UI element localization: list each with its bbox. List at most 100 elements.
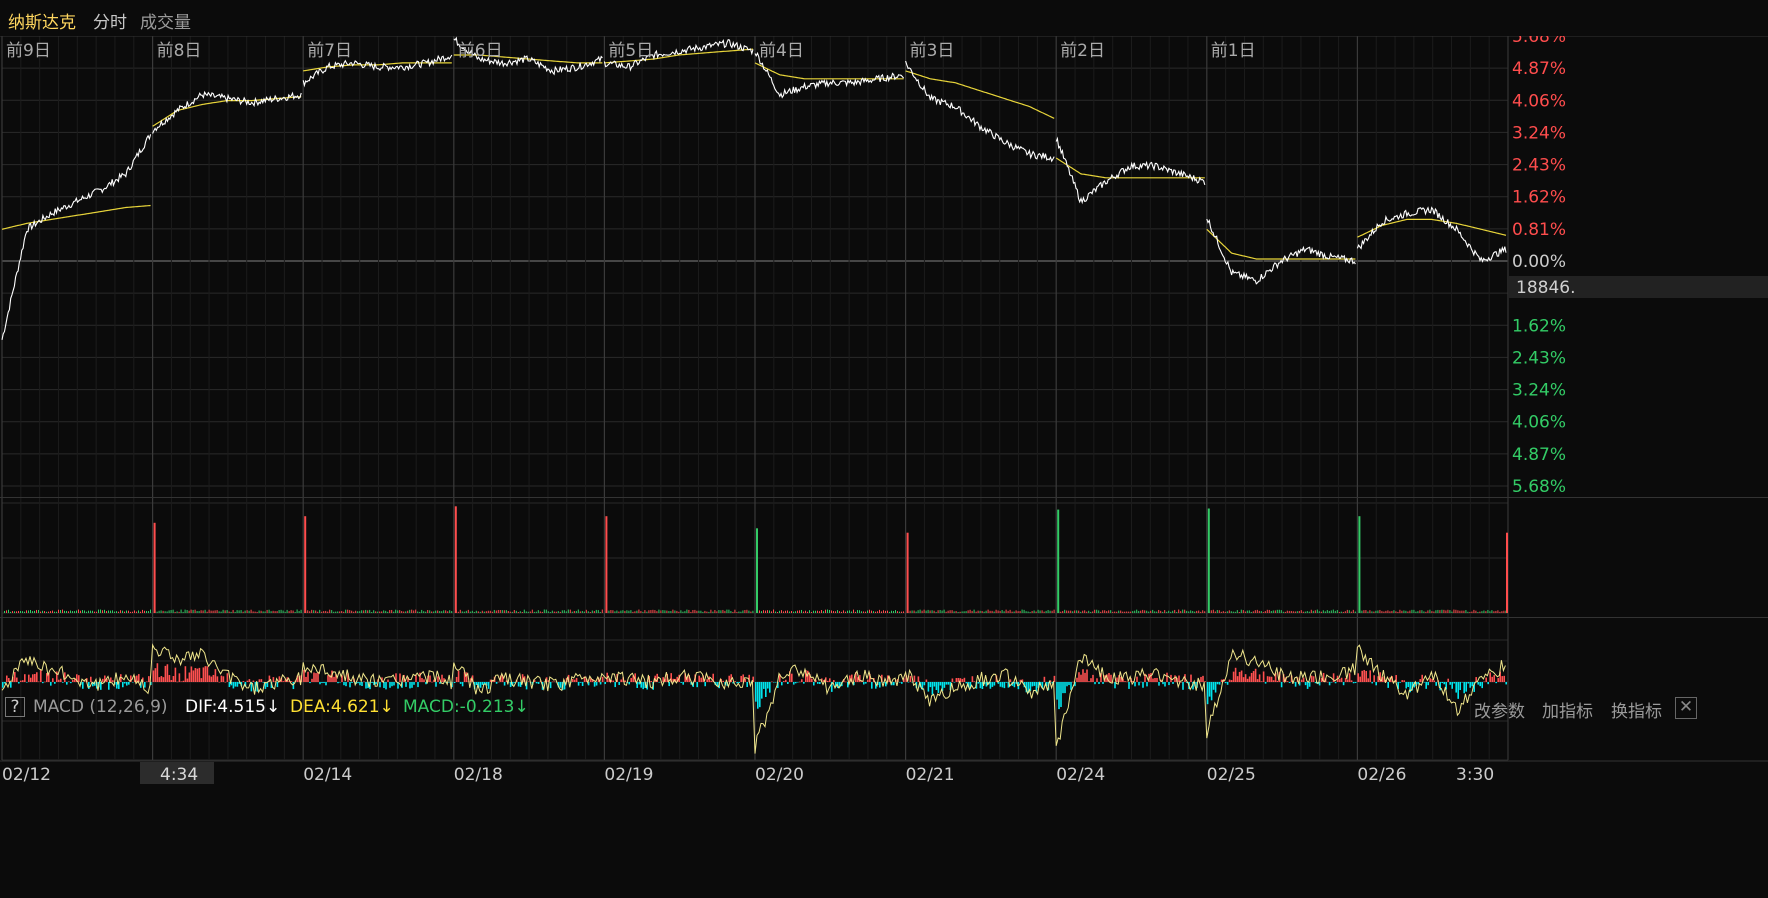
volume-bar: [531, 609, 533, 613]
volume-bar: [680, 610, 682, 613]
volume-bar: [686, 609, 688, 613]
volume-bar: [1051, 610, 1053, 613]
volume-bar: [1413, 609, 1415, 613]
switch-indicator-button[interactable]: 换指标: [1611, 697, 1662, 722]
volume-bar: [1138, 610, 1140, 613]
macd-hist-bar: [481, 682, 484, 685]
macd-hist-bar: [1068, 682, 1070, 686]
close-icon[interactable]: ✕: [1675, 697, 1697, 719]
volume-bar: [88, 610, 89, 613]
volume-bar: [1037, 609, 1039, 613]
volume-bar: [716, 611, 718, 613]
volume-bar: [1226, 611, 1228, 613]
volume-bar: [718, 609, 720, 613]
volume-bar: [477, 611, 479, 613]
macd-hist-bar: [1330, 682, 1333, 683]
macd-hist-bar: [1399, 682, 1401, 683]
volume-bar: [1150, 610, 1152, 613]
macd-hist-bar: [305, 676, 307, 682]
add-indicator-button[interactable]: 加指标: [1542, 697, 1593, 722]
macd-hist-bar: [867, 679, 869, 682]
volume-bar: [200, 610, 202, 613]
volume-tab[interactable]: 成交量: [140, 8, 191, 33]
macd-hist-bar: [1154, 677, 1156, 682]
volume-bar: [742, 610, 744, 613]
index-name[interactable]: 纳斯达克: [8, 8, 76, 33]
macd-hist-bar: [112, 680, 114, 682]
volume-bar: [726, 609, 728, 613]
volume-bar: [539, 611, 541, 613]
volume-bar: [783, 611, 784, 613]
volume-bar: [465, 610, 467, 613]
mode-tab-intraday[interactable]: 分时: [93, 8, 127, 33]
macd-hist-bar: [698, 675, 700, 682]
volume-bar: [1260, 611, 1262, 613]
macd-hist-bar: [593, 682, 596, 687]
volume-bar: [1330, 610, 1332, 613]
volume-bar: [869, 609, 870, 613]
macd-hist-bar: [1256, 679, 1259, 682]
macd-hist-bar: [1485, 677, 1487, 682]
volume-bar: [1114, 611, 1116, 613]
volume-bar: [809, 610, 810, 613]
volume-bar: [1278, 609, 1280, 613]
macd-hist-bar: [993, 682, 996, 686]
volume-bar: [595, 609, 597, 613]
volume-bar: [1198, 610, 1200, 613]
macd-hist-bar: [1078, 672, 1080, 682]
macd-hist-bar: [595, 682, 598, 686]
edit-params-button[interactable]: 改参数: [1474, 697, 1525, 722]
volume-bar: [1021, 609, 1023, 613]
volume-bar: [1304, 611, 1306, 613]
macd-hist-bar: [1168, 682, 1170, 686]
volume-bar: [1397, 611, 1399, 613]
volume-bar: [1459, 610, 1461, 613]
macd-header: ? MACD (12,26,9) DIF:4.515↓ DEA:4.621↓ M…: [0, 695, 1708, 722]
volume-bar: [1084, 610, 1086, 613]
volume-bar: [1477, 611, 1479, 613]
volume-bar: [769, 610, 770, 613]
volume-bar: [969, 609, 971, 613]
macd-hist-bar: [44, 681, 46, 683]
volume-bar: [517, 611, 519, 613]
volume-bar: [1244, 611, 1246, 613]
volume-bar: [981, 611, 983, 613]
macd-hist-bar: [429, 675, 431, 682]
macd-hist-bar: [262, 682, 265, 683]
volume-bar: [630, 610, 632, 613]
macd-hist-bar: [212, 674, 215, 682]
macd-hist-bar: [899, 682, 901, 683]
volume-bar: [12, 611, 13, 613]
chart-canvas[interactable]: 5.68% 4.87% 4.06% 3.24% 2.43% 1.62% 0.81% 0.00%…: [0, 0, 1768, 898]
volume-bar: [1453, 609, 1455, 613]
date-label: 02/25: [1207, 765, 1256, 785]
volume-bar: [1019, 611, 1021, 613]
macd-hist-bar: [124, 682, 126, 684]
macd-name[interactable]: MACD (12,26,9): [33, 697, 168, 717]
macd-hist-bar: [1302, 677, 1305, 682]
volume-bar: [395, 609, 397, 613]
macd-hist-bar: [1110, 674, 1112, 682]
macd-hist-bar: [1487, 682, 1489, 685]
volume-bar: [660, 610, 662, 613]
macd-hist-bar: [178, 673, 181, 682]
macd-hist-bar: [110, 677, 112, 682]
volume-bar: [519, 611, 521, 613]
volume-bar: [493, 609, 495, 613]
volume-bar: [290, 610, 292, 613]
macd-hist-bar: [630, 677, 632, 682]
volume-bar: [184, 609, 186, 613]
volume-bar: [1218, 610, 1220, 613]
macd-hist-bar: [260, 679, 263, 682]
volume-bar: [861, 611, 862, 613]
date-label: 02/18: [454, 765, 503, 785]
help-button[interactable]: ?: [5, 697, 25, 717]
macd-hist-bar: [767, 682, 769, 689]
macd-hist-bar: [399, 673, 401, 682]
volume-bar: [759, 610, 760, 613]
volume-bar: [771, 611, 772, 613]
volume-bar: [923, 609, 925, 613]
macd-hist-bar: [845, 681, 847, 683]
axis-pct-up: 2.43%: [1512, 156, 1566, 176]
volume-bar: [403, 611, 405, 613]
